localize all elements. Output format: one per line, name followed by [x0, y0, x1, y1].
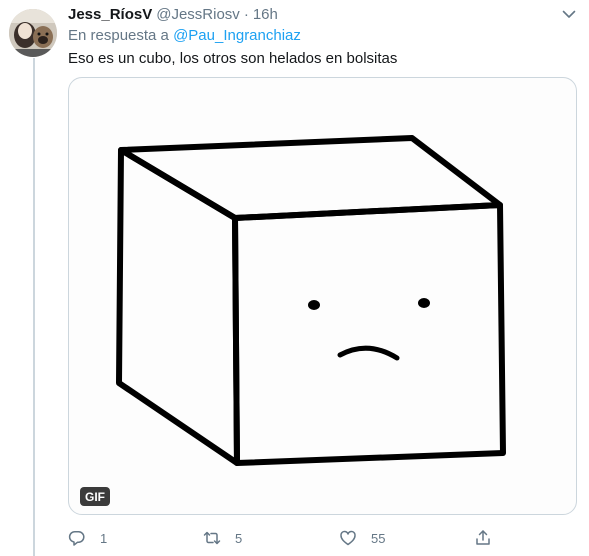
author-display-name[interactable]: Jess_RíosV — [68, 6, 152, 23]
share-icon — [476, 530, 490, 545]
sad-cube-drawing-icon — [116, 135, 506, 466]
reply-prefix: En respuesta a — [68, 27, 169, 44]
header-separator: · — [243, 5, 249, 23]
tweet-actions: 1 5 55 — [68, 527, 508, 549]
gif-badge: GIF — [80, 487, 110, 506]
reply-mention-link[interactable]: @Pau_Ingranchiaz — [173, 27, 301, 44]
retweet-button[interactable]: 5 — [203, 527, 242, 549]
reply-context: En respuesta a @Pau_Ingranchiaz — [68, 27, 301, 44]
heart-icon — [340, 530, 356, 546]
thread-line — [33, 58, 35, 556]
like-button[interactable]: 55 — [339, 527, 385, 549]
avatar[interactable] — [9, 9, 57, 57]
retweet-count: 5 — [235, 530, 243, 546]
tweet-timestamp[interactable]: 16h — [253, 6, 278, 23]
reply-count: 1 — [100, 530, 108, 546]
retweet-icon — [203, 531, 221, 545]
chevron-down-icon[interactable] — [560, 5, 578, 23]
like-count: 55 — [371, 530, 386, 546]
tweet-media[interactable]: GIF — [68, 77, 577, 515]
share-button[interactable] — [474, 527, 492, 549]
reply-button[interactable]: 1 — [68, 527, 107, 549]
author-handle[interactable]: @JessRiosv — [156, 6, 240, 23]
avatar-photo-icon — [9, 9, 57, 57]
reply-icon — [68, 531, 85, 546]
tweet-header: Jess_RíosV @JessRiosv · 16h — [68, 4, 278, 24]
tweet-text: Eso es un cubo, los otros son helados en… — [68, 50, 398, 67]
